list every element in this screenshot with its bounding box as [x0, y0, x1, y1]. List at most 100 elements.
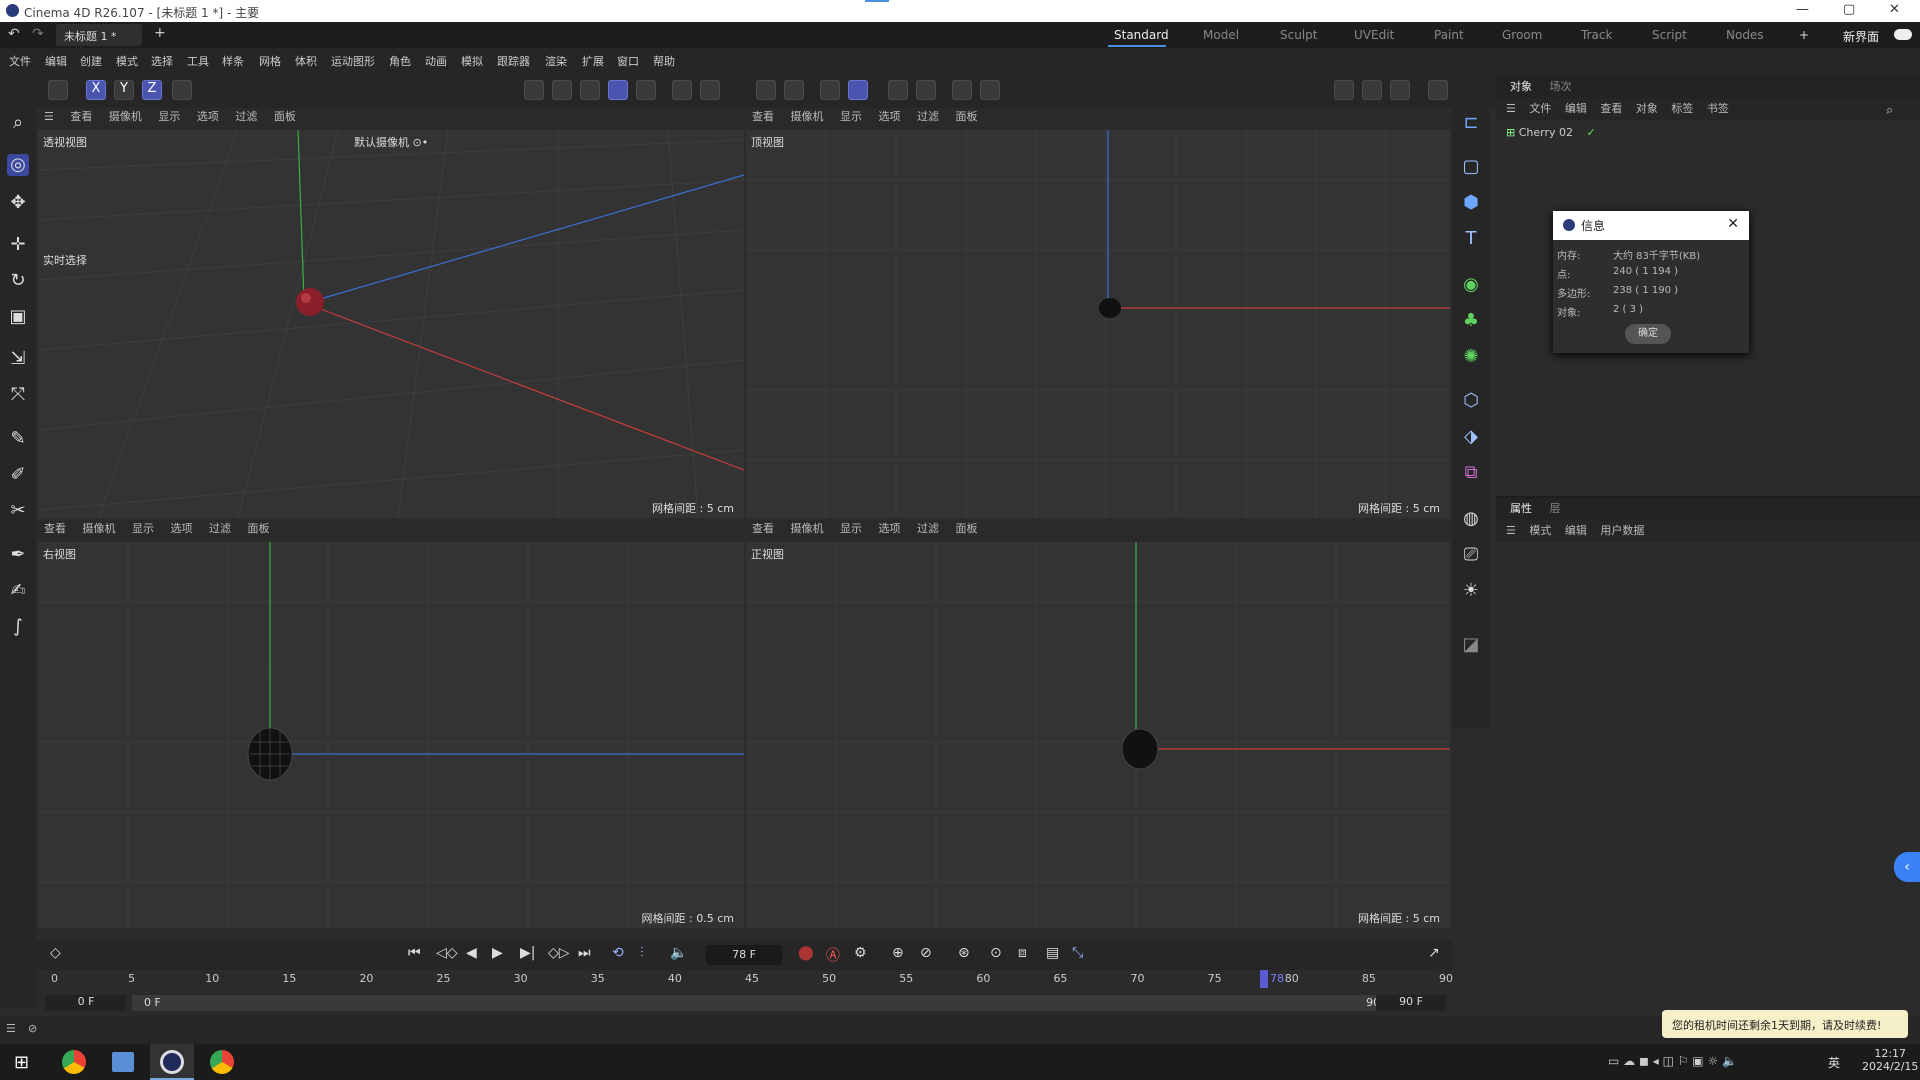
- vp-menu-options[interactable]: 选项: [197, 110, 219, 123]
- menu-window[interactable]: 窗口: [617, 53, 639, 69]
- go-to-end-icon[interactable]: ⏭: [578, 945, 591, 961]
- menu-simulate[interactable]: 模拟: [461, 53, 483, 69]
- z-axis-lock-button[interactable]: Z: [142, 80, 162, 100]
- edges-mode-button[interactable]: [552, 80, 572, 100]
- layout-uvedit[interactable]: UVEdit: [1354, 28, 1394, 42]
- clock[interactable]: 12:17 2024/2/15: [1862, 1047, 1918, 1073]
- status-menu-icon[interactable]: ☰: [6, 1022, 16, 1035]
- layout-toggle[interactable]: [1894, 29, 1912, 40]
- vp-menu-options[interactable]: 选项: [171, 522, 193, 535]
- render-view-button[interactable]: [1362, 80, 1382, 100]
- transform-icon[interactable]: ⇲: [7, 348, 29, 370]
- cherry-model[interactable]: [296, 288, 324, 316]
- magnet-button[interactable]: [756, 80, 776, 100]
- go-to-start-icon[interactable]: ⏮: [408, 945, 421, 961]
- menu-character[interactable]: 角色: [389, 53, 411, 69]
- vp-menu-panel[interactable]: 面板: [248, 522, 270, 535]
- object-menu-icon[interactable]: ☰: [1506, 102, 1516, 115]
- auto-button[interactable]: [980, 80, 1000, 100]
- minimize-button[interactable]: —: [1796, 2, 1809, 17]
- chrome-icon[interactable]: [62, 1050, 86, 1074]
- document-tab[interactable]: 未标题 1 * ×: [56, 24, 142, 57]
- menu-mode[interactable]: 模式: [116, 53, 138, 69]
- next-key-icon[interactable]: ◇▷: [548, 945, 570, 961]
- vp-menu-filter[interactable]: 过滤: [209, 522, 231, 535]
- tab-objects[interactable]: 对象: [1510, 80, 1532, 93]
- motion-clip-icon[interactable]: ▤: [1046, 945, 1059, 961]
- menu-mesh[interactable]: 网格: [259, 53, 281, 69]
- render-region-button[interactable]: [1334, 80, 1354, 100]
- add-tab-button[interactable]: +: [154, 25, 166, 41]
- interpolation-icon[interactable]: ⤡: [1072, 945, 1083, 961]
- layout-sculpt[interactable]: Sculpt: [1280, 28, 1317, 42]
- object-list-item[interactable]: ⊞ Cherry 02 ✓: [1506, 126, 1596, 139]
- render-settings-button[interactable]: [1428, 80, 1448, 100]
- solo-button[interactable]: [888, 80, 908, 100]
- move-icon[interactable]: ✛: [7, 234, 29, 256]
- record-icon[interactable]: ⬤: [798, 945, 814, 961]
- axis-mode-button[interactable]: [672, 80, 692, 100]
- zoom-search-icon[interactable]: ⌕: [7, 112, 29, 134]
- current-frame-field[interactable]: 78 F: [706, 945, 782, 965]
- vp-menu-camera[interactable]: 摄像机: [791, 522, 824, 535]
- menu-volume[interactable]: 体积: [295, 53, 317, 69]
- prev-frame-icon[interactable]: ◀: [466, 945, 477, 961]
- play-icon[interactable]: ▶: [492, 945, 503, 961]
- key-rotation-icon[interactable]: ⊘: [920, 945, 932, 961]
- cherry-wireframe[interactable]: [1121, 728, 1159, 770]
- light-icon[interactable]: ☀: [1460, 580, 1482, 602]
- vp-menu-filter[interactable]: 过滤: [235, 110, 257, 123]
- range-slider[interactable]: 0 F 90 F: [132, 995, 1402, 1011]
- texture-mode-button[interactable]: [636, 80, 656, 100]
- vp-menu-display[interactable]: 显示: [132, 522, 154, 535]
- key-pla-icon[interactable]: ⧈: [1018, 945, 1027, 961]
- selection-tools-icon[interactable]: ✥: [7, 192, 29, 214]
- collapse-chevron-icon[interactable]: ‹: [1894, 852, 1920, 882]
- vp-menu-panel[interactable]: 面板: [956, 110, 978, 123]
- tab-layers[interactable]: 层: [1550, 502, 1561, 515]
- menu-help[interactable]: 帮助: [653, 53, 675, 69]
- placement-icon[interactable]: ⤧: [7, 384, 29, 406]
- obj-menu-bookmarks[interactable]: 书签: [1707, 102, 1729, 115]
- volume-icon[interactable]: ⬗: [1460, 426, 1482, 448]
- vp-menu-filter[interactable]: 过滤: [917, 110, 939, 123]
- menu-select[interactable]: 选择: [151, 53, 173, 69]
- redo-icon[interactable]: ↷: [32, 26, 44, 42]
- viewport-solo-button[interactable]: [952, 80, 972, 100]
- menu-tracker[interactable]: 跟踪器: [497, 53, 530, 69]
- start-windows-icon[interactable]: ⊞: [14, 1052, 29, 1073]
- visibility-button[interactable]: [916, 80, 936, 100]
- render-tag-icon[interactable]: ◪: [1460, 634, 1482, 656]
- menu-animate[interactable]: 动画: [425, 53, 447, 69]
- viewport-right[interactable]: 查看 摄像机 显示 选项 过滤 面板 右视图 网格间距 : 0.5 cm: [38, 520, 744, 928]
- undo-icon[interactable]: ↶: [8, 26, 20, 42]
- timeline-ruler[interactable]: 0 5 10 15 20 25 30 35 40 45 50 55 60 65 70 75 80 85 90: [51, 972, 1453, 992]
- cloner-icon[interactable]: ♣: [1460, 310, 1482, 332]
- coordinate-system-button[interactable]: [172, 80, 192, 100]
- viewport-top[interactable]: 查看 摄像机 显示 选项 过滤 面板 顶视图 网格间距 : 5 cm: [746, 108, 1450, 518]
- vp-menu-view[interactable]: 查看: [752, 522, 774, 535]
- grid-snap-button[interactable]: [820, 80, 840, 100]
- spline-pen-icon[interactable]: ✎: [7, 428, 29, 450]
- vp-menu-camera[interactable]: 摄像机: [791, 110, 824, 123]
- vp-menu-display[interactable]: 显示: [158, 110, 180, 123]
- vp-menu-options[interactable]: 选项: [879, 110, 901, 123]
- vp-menu-camera[interactable]: 摄像机: [83, 522, 116, 535]
- range-end-field[interactable]: 90 F: [1376, 995, 1446, 1011]
- brush-icon[interactable]: ✒: [7, 544, 29, 566]
- tab-takes[interactable]: 场次: [1550, 80, 1572, 93]
- menu-file[interactable]: 文件: [9, 53, 31, 69]
- menu-edit[interactable]: 编辑: [45, 53, 67, 69]
- obj-menu-view[interactable]: 查看: [1600, 102, 1622, 115]
- vp-menu-view[interactable]: 查看: [752, 110, 774, 123]
- obj-menu-file[interactable]: 文件: [1529, 102, 1551, 115]
- environment-icon[interactable]: ◍: [1460, 508, 1482, 530]
- range-start-field[interactable]: 0 F: [46, 995, 126, 1011]
- cube-icon[interactable]: ⬢: [1460, 192, 1482, 214]
- vp-menu-view[interactable]: 查看: [44, 522, 66, 535]
- attr-menu-userdata[interactable]: 用户数据: [1600, 524, 1644, 537]
- grid-button[interactable]: [848, 80, 868, 100]
- system-tray[interactable]: ▭ ☁ ◼ ◂ ◫ ⚐ ▣ ☼ 🔈: [1608, 1054, 1838, 1070]
- timeline-scrub-icon[interactable]: ⫶: [640, 945, 644, 961]
- viewport-front[interactable]: 查看 摄像机 显示 选项 过滤 面板 正视图 网格间距 : 5 cm: [746, 520, 1450, 928]
